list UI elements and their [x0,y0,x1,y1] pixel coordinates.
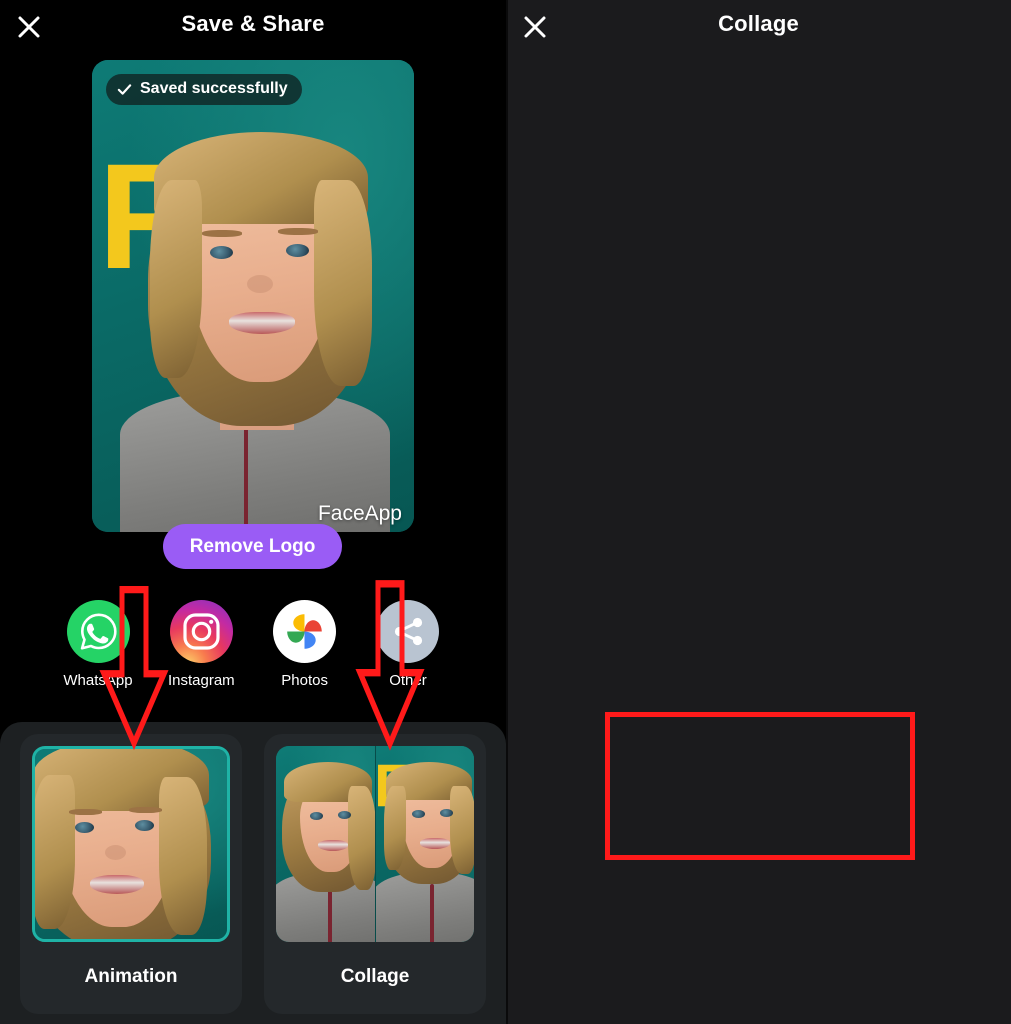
option-card-animation[interactable]: Animation [20,734,242,1014]
instagram-icon [170,600,233,663]
share-row-left: WhatsApp Instagram [50,600,456,689]
share-target-label: Other [389,672,427,689]
check-icon [117,82,132,97]
preview-photo: F [92,60,414,532]
share-target-label: Photos [281,672,328,689]
saved-toast: Saved successfully [106,74,302,105]
watermark-faceapp: FaceApp [318,502,402,526]
whatsapp-icon [67,600,130,663]
collage-thumbnail: F [276,746,474,942]
share-target-photos[interactable]: Photos [257,600,353,689]
share-target-label: WhatsApp [63,672,132,689]
result-image-preview[interactable]: F Saved successfully [92,60,414,532]
right-header: Collage [506,0,1011,55]
option-card-label: Collage [264,966,486,988]
saved-toast-label: Saved successfully [140,80,288,98]
share-icon [376,600,439,663]
save-and-share-panel: Save & Share F [0,0,506,1024]
page-title: Save & Share [0,11,506,37]
collage-panel: Collage F [506,0,1011,1024]
share-target-instagram[interactable]: Instagram [153,600,249,689]
remove-logo-button[interactable]: Remove Logo [163,524,342,569]
highlight-box-save-button [605,712,915,860]
share-target-label: Instagram [168,672,235,689]
google-photos-icon [273,600,336,663]
option-card-label: Animation [20,966,242,988]
screenshot-root: Save & Share F [0,0,1011,1024]
panel-divider [506,0,508,1024]
option-card-collage[interactable]: F Collage [264,734,486,1014]
share-target-whatsapp[interactable]: WhatsApp [50,600,146,689]
page-title: Collage [506,11,1011,37]
share-target-other[interactable]: Other [360,600,456,689]
export-options-sheet: Animation [0,722,506,1024]
left-header: Save & Share [0,0,506,55]
animation-thumbnail [32,746,230,942]
